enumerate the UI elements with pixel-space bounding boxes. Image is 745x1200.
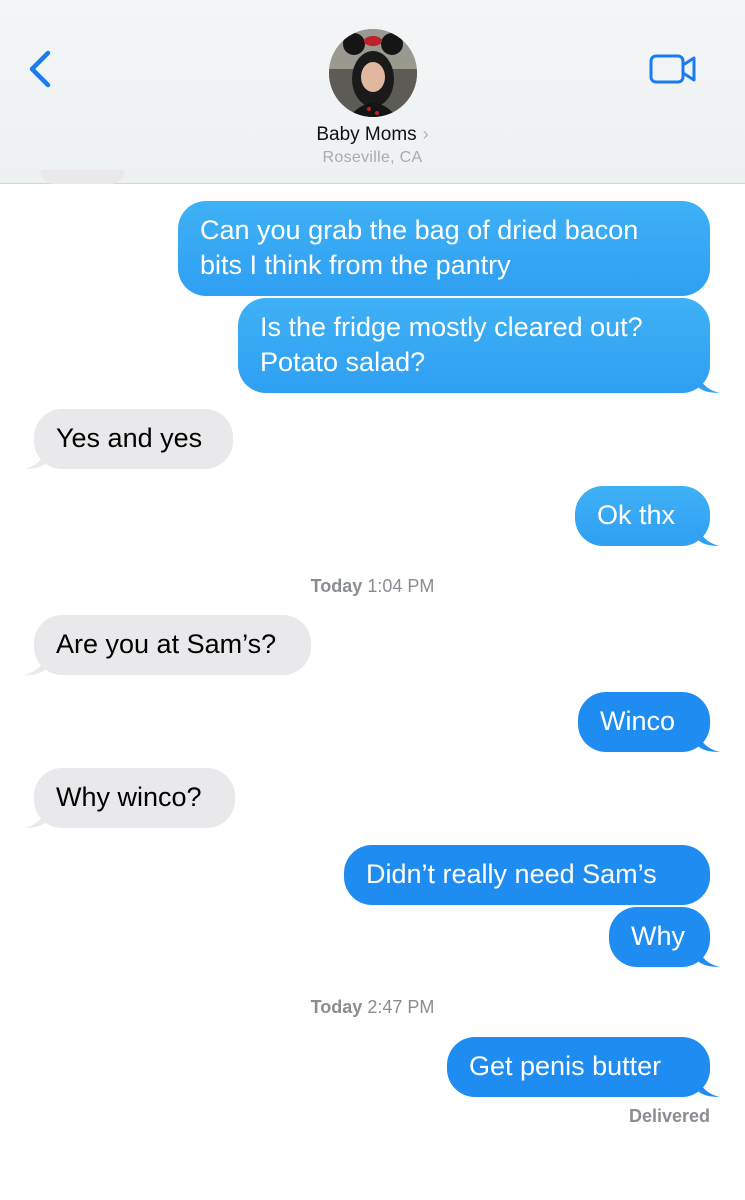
bubble-tail [698,373,720,393]
sent-message-bubble[interactable]: Didn’t really need Sam’s [344,845,710,905]
delivery-status: Delivered [628,1106,710,1126]
received-message-bubble[interactable]: Are you at Sam’s? [24,615,311,675]
timestamp-day: Today [310,997,363,1017]
received-message-bubble[interactable]: Why winco? [24,768,235,828]
received-message-bubble[interactable]: Yes and yes [24,409,233,469]
back-button[interactable] [22,44,62,94]
contact-name-label: Baby Moms [316,124,417,145]
message-text: Why winco? [56,782,202,812]
message-text: Are you at Sam’s? [56,629,277,659]
message-text: Didn’t really need Sam’s [366,859,657,889]
video-camera-icon [649,54,696,84]
sent-message-bubble[interactable]: Why [609,907,720,967]
message-timestamp: Today 1:04 PM [0,576,745,597]
message-text-line: Is the fridge mostly cleared out? [260,312,643,342]
bubble-tail [698,947,720,967]
sent-message-bubble[interactable]: Get penis butter [447,1037,720,1097]
facetime-video-button[interactable] [646,48,700,90]
bubble-tail [24,449,46,469]
message-text-line: bits I think from the pantry [200,250,511,280]
message-text: Get penis butter [469,1051,662,1081]
sent-message-bubble[interactable]: Ok thx [575,486,720,546]
message-text: Winco [600,706,676,736]
bubble-tail [698,732,720,752]
bubble-tail [24,655,46,675]
bubble-tail [698,1077,720,1097]
sent-message-bubble[interactable]: Can you grab the bag of dried bacon bits… [178,201,710,296]
message-text: Ok thx [597,500,676,530]
timestamp-day: Today [310,576,363,596]
sent-message-bubble[interactable]: Winco [578,692,720,752]
message-text: Yes and yes [56,423,203,453]
conversation-header: Baby Moms › Roseville, CA [0,0,745,184]
contact-name[interactable]: Baby Moms › [0,124,745,146]
message-text-line: Can you grab the bag of dried bacon [200,215,639,245]
chevron-right-icon: › [422,124,429,144]
message-text-line: Potato salad? [260,347,426,377]
contact-avatar[interactable] [329,29,417,117]
chevron-left-icon [29,50,51,88]
message-text: Why [631,921,685,951]
partial-message-bubble [40,170,125,184]
contact-location: Roseville, CA [322,149,423,166]
timestamp-time: 2:47 PM [367,997,435,1017]
timestamp-time: 1:04 PM [367,576,435,596]
bubble-tail [698,526,720,546]
message-timestamp: Today 2:47 PM [0,997,745,1018]
bubble-tail [24,808,46,828]
sent-message-bubble[interactable]: Is the fridge mostly cleared out? Potato… [238,298,720,393]
